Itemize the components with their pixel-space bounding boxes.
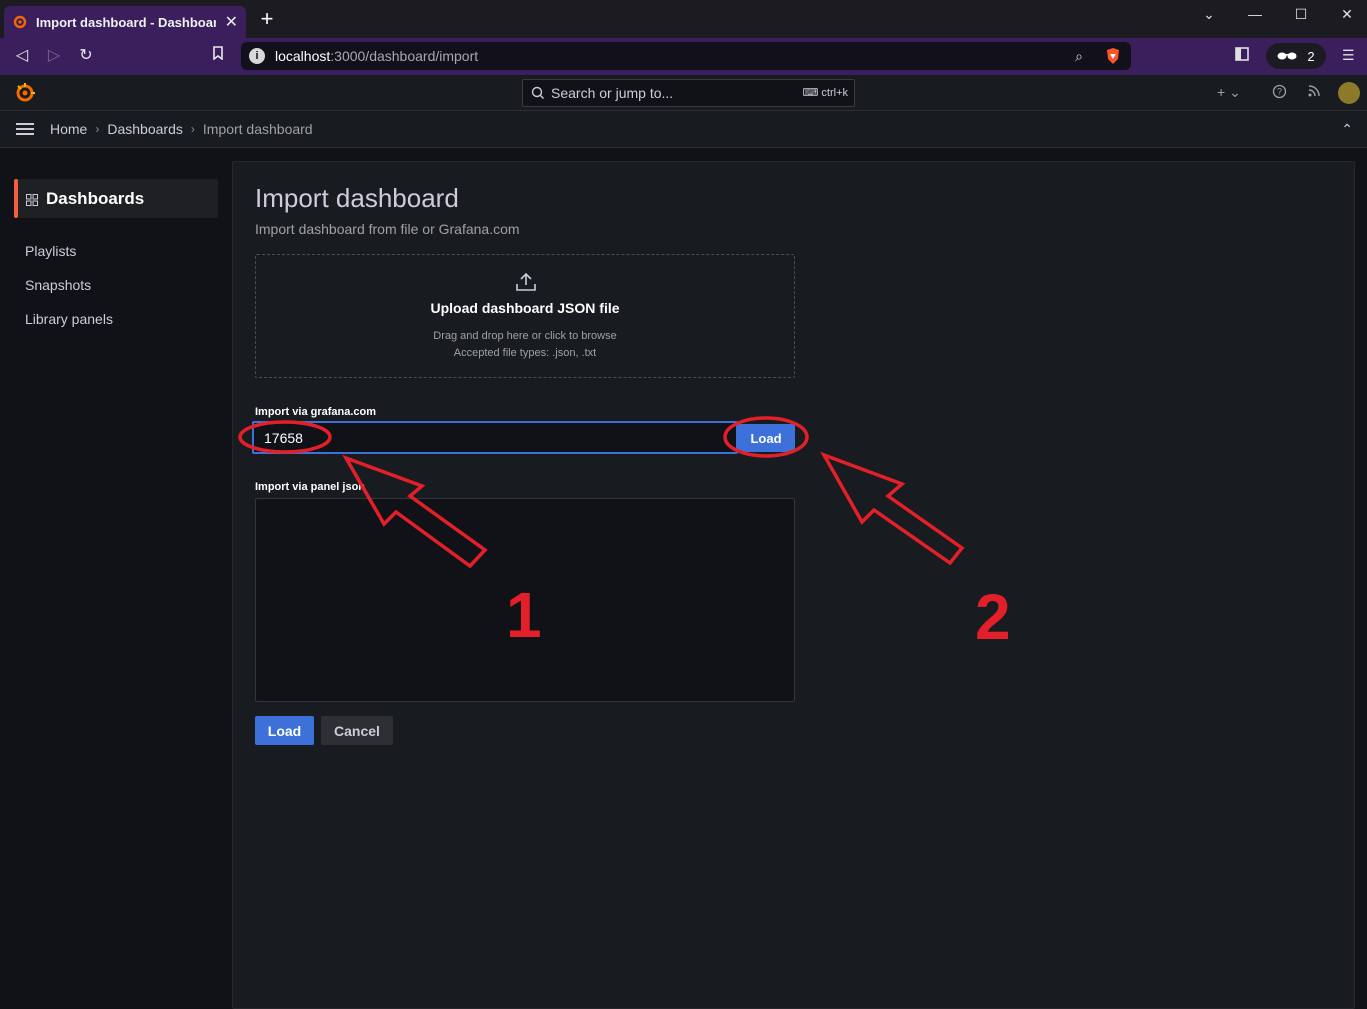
breadcrumb-dashboards[interactable]: Dashboards bbox=[107, 121, 183, 137]
annotation-step-2: 2 bbox=[975, 581, 1011, 653]
panel-json-label: Import via panel json bbox=[255, 481, 366, 493]
apps-grid-icon bbox=[26, 193, 38, 206]
add-new-icon[interactable]: + ⌄ bbox=[1217, 84, 1241, 101]
annotation-step-1: 1 bbox=[506, 579, 542, 651]
active-indicator bbox=[14, 179, 18, 218]
breadcrumb: Home › Dashboards › Import dashboard bbox=[50, 121, 313, 137]
maximize-icon[interactable]: ☐ bbox=[1286, 6, 1316, 26]
upload-icon bbox=[515, 272, 537, 292]
menu-toggle-icon[interactable] bbox=[16, 123, 34, 136]
menu-icon[interactable]: ☰ bbox=[1342, 47, 1355, 64]
forward-icon[interactable]: ▷ bbox=[44, 46, 64, 66]
page-title: Import dashboard bbox=[255, 183, 459, 213]
svg-text:?: ? bbox=[1277, 87, 1282, 97]
news-rss-icon[interactable] bbox=[1308, 84, 1321, 100]
grafana-com-id-input[interactable] bbox=[252, 421, 738, 454]
private-window-count: 2 bbox=[1307, 48, 1315, 64]
window-close-icon[interactable]: ✕ bbox=[1332, 6, 1362, 26]
new-tab-button[interactable]: + bbox=[256, 8, 278, 30]
url-path: :3000/dashboard/import bbox=[330, 48, 479, 64]
private-window-badge[interactable]: 2 bbox=[1266, 43, 1326, 69]
brave-shields-icon[interactable] bbox=[1105, 47, 1121, 65]
breadcrumb-separator-icon: › bbox=[95, 122, 100, 136]
grafana-com-label: Import via grafana.com bbox=[255, 406, 377, 418]
tab-title: Import dashboard - Dashboards - Grafana bbox=[36, 14, 216, 30]
sidebar-item-snapshots[interactable]: Snapshots bbox=[25, 277, 91, 293]
search-placeholder: Search or jump to... bbox=[551, 85, 674, 101]
search-input[interactable]: Search or jump to... ⌨ ctrl+k bbox=[522, 79, 855, 107]
browser-tab-bar: Import dashboard - Dashboards - Grafana … bbox=[0, 0, 1367, 38]
page-subtitle: Import dashboard from file or Grafana.co… bbox=[255, 221, 520, 237]
browser-tab-active[interactable]: Import dashboard - Dashboards - Grafana … bbox=[4, 6, 246, 38]
cancel-button[interactable]: Cancel bbox=[321, 716, 393, 745]
search-shortcut-text: ctrl+k bbox=[821, 87, 848, 99]
sidebar-item-library-panels[interactable]: Library panels bbox=[25, 311, 113, 327]
tab-close-icon[interactable]: ✕ bbox=[225, 12, 238, 32]
upload-title: Upload dashboard JSON file bbox=[430, 300, 620, 316]
search-icon bbox=[531, 86, 545, 100]
url-host: localhost bbox=[275, 48, 331, 64]
sidebar-toggle-icon[interactable] bbox=[1235, 47, 1249, 64]
load-button[interactable]: Load bbox=[255, 716, 314, 745]
upload-hint: Drag and drop here or click to browse bbox=[433, 330, 617, 342]
zoom-search-icon[interactable]: ⌕ bbox=[1075, 48, 1083, 65]
chevron-up-icon[interactable]: ⌃ bbox=[1341, 121, 1353, 138]
file-upload-dropzone[interactable]: Upload dashboard JSON file Drag and drop… bbox=[255, 254, 795, 378]
browser-toolbar: ◁ ▷ ↻ i localhost:3000/dashboard/import … bbox=[0, 38, 1367, 75]
minimize-icon[interactable]: — bbox=[1240, 6, 1270, 26]
site-info-icon[interactable]: i bbox=[249, 48, 265, 64]
glasses-icon bbox=[1277, 49, 1297, 64]
section-nav: Dashboards Playlists Snapshots Library p… bbox=[0, 148, 232, 1009]
breadcrumb-home[interactable]: Home bbox=[50, 121, 87, 137]
upload-file-types: Accepted file types: .json, .txt bbox=[453, 347, 597, 359]
reload-icon[interactable]: ↻ bbox=[76, 46, 96, 66]
address-bar[interactable]: i localhost:3000/dashboard/import ⌕ bbox=[241, 42, 1131, 70]
breadcrumb-bar: Home › Dashboards › Import dashboard ⌃ bbox=[0, 111, 1367, 148]
back-icon[interactable]: ◁ bbox=[12, 46, 32, 66]
tab-search-chevron-icon[interactable]: ⌄ bbox=[1194, 6, 1224, 26]
grafana-logo-icon[interactable] bbox=[14, 82, 36, 104]
grafana-favicon-icon bbox=[12, 14, 28, 30]
breadcrumb-separator-icon: › bbox=[190, 122, 195, 136]
breadcrumb-current: Import dashboard bbox=[202, 121, 313, 137]
help-icon[interactable]: ? bbox=[1272, 84, 1287, 102]
sidebar-item-dashboards[interactable]: Dashboards bbox=[14, 179, 218, 218]
sidebar-item-label: Dashboards bbox=[46, 188, 145, 208]
keyboard-icon: ⌨ bbox=[802, 87, 822, 99]
grafana-top-bar: Search or jump to... ⌨ ctrl+k + ⌄ ? bbox=[0, 75, 1367, 111]
search-shortcut: ⌨ ctrl+k bbox=[802, 86, 848, 99]
sidebar-item-playlists[interactable]: Playlists bbox=[25, 243, 76, 259]
bookmark-icon[interactable] bbox=[208, 46, 228, 66]
user-avatar[interactable] bbox=[1338, 82, 1360, 104]
grafana-com-load-button[interactable]: Load bbox=[737, 424, 795, 452]
